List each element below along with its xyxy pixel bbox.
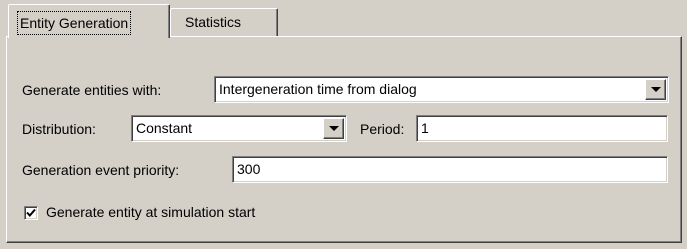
- generate-entities-select[interactable]: Intergeneration time from dialog: [214, 76, 669, 103]
- generate-at-start-label: Generate entity at simulation start: [46, 204, 256, 220]
- generate-at-start-checkbox[interactable]: [24, 206, 38, 220]
- generate-entities-dropdown-button[interactable]: [645, 79, 666, 100]
- chevron-down-icon: [651, 87, 661, 92]
- period-input[interactable]: 1: [416, 115, 668, 142]
- generate-entities-value: Intergeneration time from dialog: [219, 81, 417, 97]
- period-value: 1: [421, 120, 429, 136]
- checkmark-icon: [26, 208, 36, 217]
- priority-label: Generation event priority:: [22, 162, 180, 178]
- priority-input[interactable]: 300: [232, 156, 668, 183]
- period-label: Period:: [360, 121, 405, 137]
- tab-statistics-label: Statistics: [185, 14, 242, 30]
- tab-entity-generation[interactable]: Entity Generation: [8, 4, 170, 38]
- tab-entity-generation-label: Entity Generation: [17, 11, 132, 35]
- priority-value: 300: [237, 161, 261, 177]
- chevron-down-icon: [329, 126, 339, 131]
- generate-entities-label: Generate entities with:: [22, 82, 162, 98]
- tab-statistics[interactable]: Statistics: [170, 8, 278, 36]
- distribution-label: Distribution:: [22, 121, 96, 137]
- distribution-value: Constant: [136, 120, 193, 136]
- distribution-select[interactable]: Constant: [131, 115, 347, 142]
- dialog-window: Entity Generation Statistics Generate en…: [0, 0, 687, 249]
- distribution-dropdown-button[interactable]: [323, 118, 344, 139]
